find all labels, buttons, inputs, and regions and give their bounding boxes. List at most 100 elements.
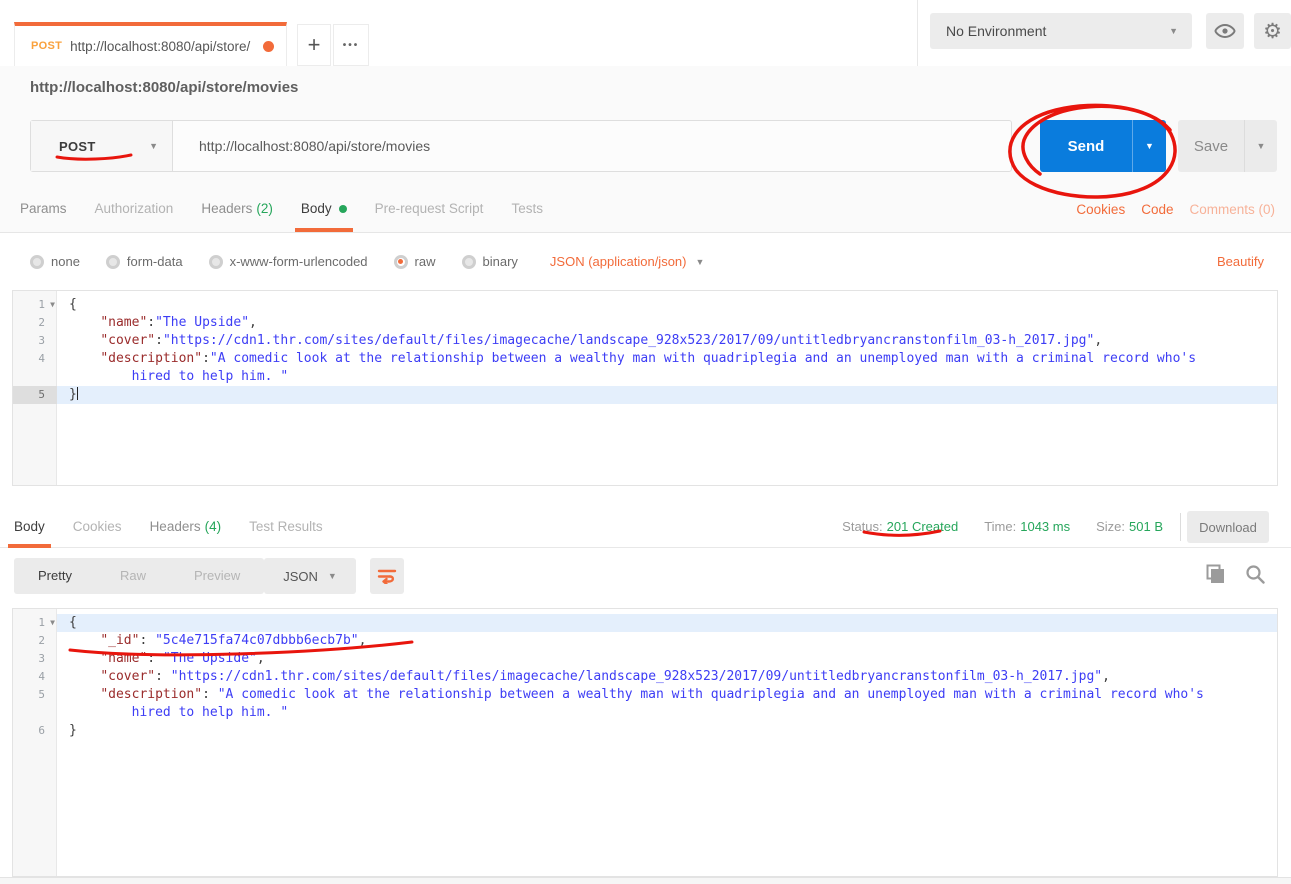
- tab-label: Body: [301, 201, 332, 216]
- request-tab-method: POST: [31, 40, 62, 52]
- editor-line: hired to help him. ": [13, 368, 1277, 386]
- copy-icon: [1206, 564, 1225, 584]
- tab-test-results[interactable]: Test Results: [235, 505, 337, 548]
- copy-response-button[interactable]: [1206, 564, 1225, 589]
- method-select[interactable]: POST ▼: [31, 121, 173, 171]
- line-number: 2: [13, 632, 57, 650]
- editor-line: 3 "name": "The Upside",: [13, 650, 1277, 668]
- editor-line: 5}: [13, 386, 1277, 404]
- tab-authorization[interactable]: Authorization: [81, 186, 188, 232]
- green-dot-icon: [339, 205, 347, 213]
- wrap-lines-button[interactable]: [370, 558, 404, 594]
- environment-label: No Environment: [946, 23, 1046, 39]
- download-button[interactable]: Download: [1187, 511, 1269, 543]
- tab-pre-request-script[interactable]: Pre-request Script: [361, 186, 498, 232]
- request-links: Cookies Code Comments (0): [1076, 186, 1275, 232]
- environment-select[interactable]: No Environment ▼: [930, 13, 1192, 49]
- tab-count-badge: (4): [205, 519, 222, 534]
- save-options-caret[interactable]: ▼: [1244, 120, 1277, 172]
- view-raw[interactable]: Raw: [96, 558, 170, 594]
- format-label: JSON: [283, 569, 318, 584]
- fold-caret-icon[interactable]: ▼: [50, 296, 55, 314]
- response-toolbar: PrettyRawPreview JSON ▼: [0, 558, 1291, 598]
- radio-icon: [30, 255, 44, 269]
- request-body-editor[interactable]: 1▼{2 "name":"The Upside",3 "cover":"http…: [12, 290, 1278, 486]
- body-mode-row: none form-data x-www-form-urlencoded raw bin…: [0, 233, 1291, 290]
- send-options-caret[interactable]: ▼: [1132, 120, 1166, 172]
- body-mode-binary[interactable]: binary: [462, 254, 518, 269]
- url-input[interactable]: http://localhost:8080/api/store/movies: [173, 121, 1011, 171]
- tab-headers[interactable]: Headers (4): [136, 505, 236, 548]
- gear-icon: ⚙: [1263, 19, 1282, 44]
- request-title: http://localhost:8080/api/store/movies: [30, 79, 298, 96]
- body-mode-x-www-form-urlencoded[interactable]: x-www-form-urlencoded: [209, 254, 368, 269]
- editor-line: 2 "_id": "5c4e715fa74c07dbbb6ecb7b",: [13, 632, 1277, 650]
- editor-line: 1▼{: [13, 296, 1277, 314]
- more-tabs-button[interactable]: •••: [333, 24, 369, 66]
- tab-params[interactable]: Params: [6, 186, 81, 232]
- editor-line: 3 "cover":"https://cdn1.thr.com/sites/de…: [13, 332, 1277, 350]
- body-mode-form-data[interactable]: form-data: [106, 254, 183, 269]
- code-text: "cover": "https://cdn1.thr.com/sites/def…: [57, 668, 1277, 686]
- editor-line: hired to help him. ": [13, 704, 1277, 722]
- response-header: BodyCookiesHeaders(4)Test Results Status…: [0, 505, 1291, 548]
- editor-line: 6}: [13, 722, 1277, 740]
- editor-line: 2 "name":"The Upside",: [13, 314, 1277, 332]
- send-button[interactable]: Send ▼: [1040, 120, 1166, 172]
- editor-line: 1▼{: [13, 614, 1277, 632]
- response-view-switch: PrettyRawPreview: [14, 558, 264, 594]
- code-text: {: [57, 296, 1277, 314]
- tab-body[interactable]: Body: [287, 186, 361, 232]
- view-pretty[interactable]: Pretty: [14, 558, 96, 594]
- tab-label: Pre-request Script: [375, 201, 484, 216]
- app-tab-strip: POST http://localhost:8080/api/store/ + …: [0, 0, 1291, 66]
- search-response-button[interactable]: [1245, 564, 1265, 589]
- environment-quick-look-button[interactable]: [1206, 13, 1244, 49]
- tab-tests[interactable]: Tests: [497, 186, 557, 232]
- line-number: 1▼: [13, 614, 57, 632]
- code-text: hired to help him. ": [57, 368, 1277, 386]
- request-tab[interactable]: POST http://localhost:8080/api/store/: [14, 22, 287, 66]
- line-number: 3: [13, 332, 57, 350]
- content-type-select[interactable]: JSON (application/json) ▼: [550, 254, 704, 269]
- beautify-link[interactable]: Beautify: [1217, 254, 1264, 269]
- settings-button[interactable]: ⚙: [1254, 13, 1291, 49]
- line-number: [13, 368, 57, 386]
- send-label: Send: [1040, 120, 1132, 172]
- view-preview[interactable]: Preview: [170, 558, 264, 594]
- body-mode-raw[interactable]: raw: [394, 254, 436, 269]
- response-tabs: BodyCookies Headers (4) Test Results: [0, 505, 337, 548]
- tab-headers[interactable]: Headers(2): [187, 186, 287, 232]
- fold-caret-icon[interactable]: ▼: [50, 614, 55, 632]
- cookies-link[interactable]: Cookies: [1076, 202, 1125, 217]
- tab-body[interactable]: Body: [0, 505, 59, 548]
- radio-icon: [209, 255, 223, 269]
- meta-value: 1043 ms: [1020, 519, 1070, 534]
- editor-line: 5 "description": "A comedic look at the …: [13, 686, 1277, 704]
- save-button[interactable]: Save ▼: [1178, 120, 1277, 172]
- meta-size: Size: 501 B: [1096, 519, 1163, 534]
- code-text: }: [57, 722, 1277, 740]
- chevron-down-icon: ▼: [149, 141, 158, 151]
- tab-label: Tests: [511, 201, 543, 216]
- mode-label: form-data: [127, 254, 183, 269]
- response-body-editor[interactable]: 1▼{2 "_id": "5c4e715fa74c07dbbb6ecb7b",3…: [12, 608, 1278, 877]
- method-label: POST: [59, 139, 96, 154]
- text-cursor: [77, 387, 79, 400]
- line-number: 3: [13, 650, 57, 668]
- tab-label: Headers: [201, 201, 252, 216]
- tab-cookies[interactable]: Cookies: [59, 505, 136, 548]
- comments-link[interactable]: Comments (0): [1189, 202, 1275, 217]
- new-tab-button[interactable]: +: [297, 24, 331, 66]
- meta-time: Time:1043 ms: [984, 519, 1070, 534]
- code-text: "description": "A comedic look at the re…: [57, 686, 1277, 704]
- body-mode-none[interactable]: none: [30, 254, 80, 269]
- code-text: "cover":"https://cdn1.thr.com/sites/defa…: [57, 332, 1277, 350]
- mode-label: binary: [483, 254, 518, 269]
- bottom-scroll-strip[interactable]: [0, 877, 1291, 884]
- meta-label: Size:: [1096, 519, 1125, 534]
- meta-value: 501 B: [1129, 519, 1163, 534]
- tab-label: Headers: [150, 519, 201, 534]
- response-format-select[interactable]: JSON ▼: [264, 558, 356, 594]
- code-link[interactable]: Code: [1141, 202, 1173, 217]
